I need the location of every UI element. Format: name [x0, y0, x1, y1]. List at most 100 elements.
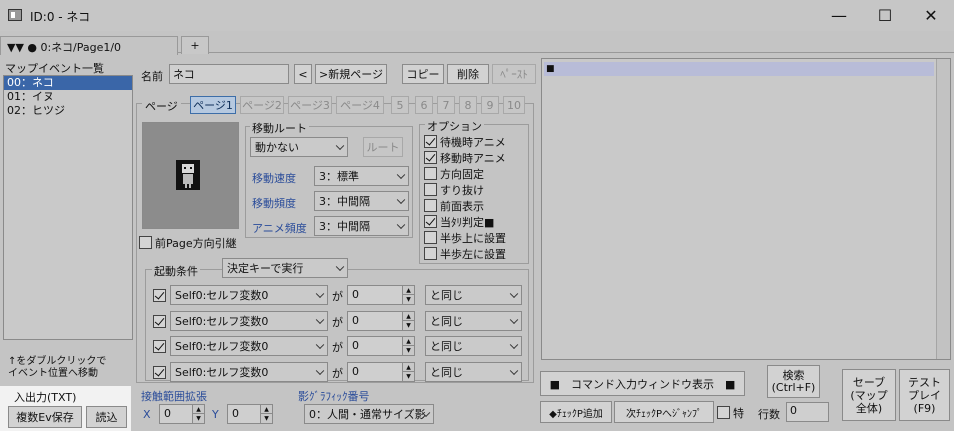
tab-page-3[interactable]: ページ3	[288, 96, 332, 114]
name-input[interactable]: ネコ	[169, 64, 289, 84]
save-button-line: 全体)	[855, 401, 883, 415]
tab-page-4[interactable]: ページ4	[336, 96, 384, 114]
maximize-button[interactable]: ☐	[862, 0, 908, 30]
line-count-input[interactable]: 0	[786, 402, 829, 422]
spin-down-icon[interactable]: ▼	[192, 414, 204, 423]
condition-variable-select[interactable]: Self0:セルフ変数0	[170, 336, 328, 356]
prev-page-direction-label: 前Page方向引継	[155, 237, 237, 250]
spin-up-icon[interactable]: ▲	[402, 337, 414, 346]
condition-value-stepper[interactable]: 0 ▲ ▼	[347, 336, 415, 356]
cat-sprite-icon	[176, 160, 200, 190]
move-frequency-value: 3：中間隔	[319, 195, 370, 208]
option-checkbox[interactable]	[424, 215, 437, 228]
close-button[interactable]: ✕	[908, 0, 954, 30]
spin-up-icon[interactable]: ▲	[260, 405, 272, 414]
spin-down-icon[interactable]: ▼	[402, 346, 414, 355]
new-page-button[interactable]: >新規ページ	[315, 64, 387, 84]
option-checkbox[interactable]	[424, 199, 437, 212]
condition-variable-select[interactable]: Self0:セルフ変数0	[170, 285, 328, 305]
shadow-graphic-select[interactable]: 0：人間・通常サイズ影	[304, 404, 434, 424]
chevron-down-icon	[315, 366, 325, 376]
tab-page-6[interactable]: 6	[415, 96, 433, 114]
search-button-line: (Ctrl+F)	[771, 380, 816, 394]
prev-page-button[interactable]: <	[294, 64, 312, 84]
condition-value-stepper[interactable]: 0 ▲ ▼	[347, 362, 415, 382]
condition-value-stepper[interactable]: 0 ▲ ▼	[347, 311, 415, 331]
paste-button[interactable]: ﾍﾟｰｽﾄ	[492, 64, 536, 84]
command-input-window-button[interactable]: ■ コマンド入力ウィンドウ表示 ■	[540, 371, 745, 396]
prev-page-direction-checkbox[interactable]	[139, 236, 152, 249]
tab-page-2[interactable]: ページ2	[240, 96, 284, 114]
search-button[interactable]: 検索 (Ctrl+F)	[767, 365, 820, 398]
condition-variable-select[interactable]: Self0:セルフ変数0	[170, 362, 328, 382]
add-checkpoint-button[interactable]: ◆ﾁｪｯｸP追加	[540, 401, 612, 423]
special-checkbox[interactable]	[717, 406, 730, 419]
option-checkbox[interactable]	[424, 247, 437, 260]
chevron-down-icon	[335, 141, 345, 151]
contact-x-value: 0	[164, 407, 171, 420]
option-checkbox[interactable]	[424, 167, 437, 180]
tab-page-10[interactable]: 10	[503, 96, 525, 114]
map-events-list[interactable]: 00：ネコ 01：イヌ 02：ヒツジ	[3, 75, 133, 340]
contact-y-stepper[interactable]: 0 ▲ ▼	[227, 404, 273, 424]
tab-event-page[interactable]: ▼▼ ● 0:ネコ/Page1/0	[0, 36, 178, 55]
tab-page-7[interactable]: 7	[437, 96, 455, 114]
command-list-scrollbar[interactable]	[936, 59, 950, 359]
list-item[interactable]: 02：ヒツジ	[4, 104, 132, 118]
load-button[interactable]: 読込	[86, 406, 127, 428]
search-button-line: 検索	[782, 368, 805, 382]
io-title: 入出力(TXT)	[14, 391, 77, 404]
spin-up-icon[interactable]: ▲	[402, 286, 414, 295]
route-button[interactable]: ルート	[363, 137, 403, 157]
option-checkbox[interactable]	[424, 231, 437, 244]
condition-value: 0	[352, 339, 359, 352]
anim-frequency-select[interactable]: 3：中間隔	[314, 216, 409, 236]
option-checkbox[interactable]	[424, 151, 437, 164]
condition-checkbox[interactable]	[153, 315, 166, 328]
tab-page-5[interactable]: 5	[391, 96, 409, 114]
spin-down-icon[interactable]: ▼	[402, 372, 414, 381]
option-label: 半歩上に設置	[440, 232, 506, 245]
spin-down-icon[interactable]: ▼	[260, 414, 272, 423]
move-type-select[interactable]: 動かない	[250, 137, 348, 157]
condition-value-stepper[interactable]: 0 ▲ ▼	[347, 285, 415, 305]
condition-checkbox[interactable]	[153, 366, 166, 379]
trigger-select[interactable]: 決定キーで実行	[222, 258, 348, 278]
list-item[interactable]: 00：ネコ	[4, 76, 132, 90]
move-frequency-select[interactable]: 3：中間隔	[314, 191, 409, 211]
delete-button[interactable]: 削除	[447, 64, 489, 84]
test-play-button[interactable]: テスト プレイ (F9)	[899, 369, 950, 421]
condition-op-select[interactable]: と同じ	[425, 311, 522, 331]
minimize-button[interactable]: —	[816, 0, 862, 30]
condition-op-select[interactable]: と同じ	[425, 336, 522, 356]
options-title: オプション	[425, 118, 484, 134]
save-button-line: (マップ	[850, 388, 888, 402]
condition-op-select[interactable]: と同じ	[425, 285, 522, 305]
tab-add-button[interactable]: +	[181, 36, 209, 54]
next-checkpoint-button[interactable]: 次ﾁｪｯｸPへｼﾞｬﾝﾌﾟ	[614, 401, 714, 423]
option-checkbox[interactable]	[424, 135, 437, 148]
command-list[interactable]: ■	[541, 58, 951, 360]
spin-down-icon[interactable]: ▼	[402, 295, 414, 304]
list-item[interactable]: 01：イヌ	[4, 90, 132, 104]
condition-checkbox[interactable]	[153, 340, 166, 353]
command-line[interactable]: ■	[544, 62, 934, 76]
tab-page-9[interactable]: 9	[481, 96, 499, 114]
tab-page-1[interactable]: ページ1	[190, 96, 236, 114]
tab-page-8[interactable]: 8	[459, 96, 477, 114]
condition-checkbox[interactable]	[153, 289, 166, 302]
move-speed-select[interactable]: 3：標準	[314, 166, 409, 186]
contact-x-stepper[interactable]: 0 ▲ ▼	[159, 404, 205, 424]
condition-variable-select[interactable]: Self0:セルフ変数0	[170, 311, 328, 331]
option-label: 待機時アニメ	[440, 136, 506, 149]
copy-button[interactable]: コピー	[402, 64, 444, 84]
spin-up-icon[interactable]: ▲	[192, 405, 204, 414]
spin-up-icon[interactable]: ▲	[402, 363, 414, 372]
option-checkbox[interactable]	[424, 183, 437, 196]
spin-up-icon[interactable]: ▲	[402, 312, 414, 321]
multi-event-save-button[interactable]: 複数Ev保存	[8, 406, 82, 428]
spin-down-icon[interactable]: ▼	[402, 321, 414, 330]
condition-op-select[interactable]: と同じ	[425, 362, 522, 382]
save-map-button[interactable]: セーブ (マップ 全体)	[842, 369, 896, 421]
chevron-down-icon	[509, 315, 519, 325]
